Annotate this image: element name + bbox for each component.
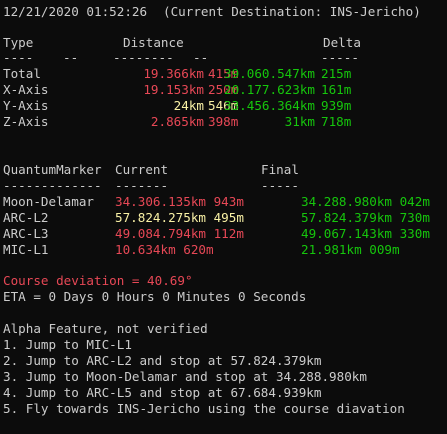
terminal-window[interactable]: { "header": { "datetime": "12/21/2020 01… [0,0,447,424]
axes-row: X-Axis 19.153km 250m 20.177.623km 161m [3,81,351,98]
distance-km: 19.366km [143,66,204,81]
marker-final: 34.288.980km 042m [301,194,430,209]
delta-m: 939m [321,98,352,113]
alpha-step-text: 2. Jump to ARC-L2 and stop at 57.824.379… [3,353,322,368]
marker-row: Moon-Delamar 34.306.135km 943m 34.288.98… [3,193,430,210]
marker-row: MIC-L1 10.634km 620m 21.981km 009m [3,241,400,258]
delta-km: 39.060.547km [224,66,315,81]
marker-name: Moon-Delamar [3,194,94,209]
separator: ---- [3,50,34,65]
delta-km: 31km [284,114,315,129]
row-label: Total [3,66,41,81]
marker-name: ARC-L3 [3,226,49,241]
distance-km: 2.865km [150,114,204,129]
separator: ------- [115,178,169,193]
marker-final: 21.981km 009m [301,242,400,257]
axes-row: Z-Axis 2.865km 398m 31km 718m [3,113,351,130]
alpha-step: 4. Jump to ARC-L5 and stop at 67.684.939… [3,384,321,401]
distance-km: 19.153km [143,82,204,97]
separator: ------------- [3,178,102,193]
alpha-title: Alpha Feature, not verified [3,321,208,336]
row-label: Y-Axis [3,98,49,113]
alpha-step: 5. Fly towards INS-Jericho using the cou… [3,400,405,417]
delta-km: 20.177.623km [224,82,315,97]
alpha-step-text: 3. Jump to Moon-Delamar and stop at 34.2… [3,369,367,384]
axes-row: Total 19.366km 415m 39.060.547km 215m [3,65,351,82]
alpha-step: 3. Jump to Moon-Delamar and stop at 34.2… [3,368,367,385]
delta-m: 161m [321,82,352,97]
alpha-step: 1. Jump to MIC-L1 [3,336,132,353]
separator: -------- [113,50,174,65]
alpha-step-text: 5. Fly towards INS-Jericho using the cou… [3,401,405,416]
alpha-title-line: Alpha Feature, not verified [3,320,208,337]
marker-final: 57.824.379km 730m [301,210,430,225]
markers-table-separator: ------------- ------- ----- [3,177,299,194]
separator: ----- [261,178,299,193]
marker-name: MIC-L1 [3,242,49,257]
separator: -- [193,50,209,65]
header-current: Current [115,162,169,177]
course-deviation: Course deviation = 40.69° [3,273,193,288]
separator: -- [63,50,79,65]
alpha-step: 2. Jump to ARC-L2 and stop at 57.824.379… [3,352,321,369]
markers-table-header: QuantumMarker Current Final [3,161,299,178]
header-final: Final [261,162,299,177]
delta-m: 718m [321,114,352,129]
marker-current: 57.824.275km 495m [115,210,244,225]
row-label: X-Axis [3,82,49,97]
marker-row: ARC-L2 57.824.275km 495m 57.824.379km 73… [3,209,430,226]
alpha-step-text: 1. Jump to MIC-L1 [3,337,132,352]
course-deviation-line: Course deviation = 40.69° [3,272,193,289]
header-datetime: 12/21/2020 01:52:26 [3,4,148,19]
marker-current: 34.306.135km 943m [115,194,244,209]
header-marker: QuantumMarker [3,162,102,177]
header-destination: (Current Destination: INS-Jericho) [163,4,421,19]
header-line: 12/21/2020 01:52:26 (Current Destination… [3,3,421,20]
alpha-step-text: 4. Jump to ARC-L5 and stop at 67.684.939… [3,385,322,400]
axes-table-separator: ---- -- -------- -- ----- [3,49,359,66]
marker-final: 49.067.143km 330m [301,226,430,241]
separator: ----- [321,50,359,65]
marker-current: 10.634km 620m [115,242,214,257]
delta-km: 33.456.364km [224,98,315,113]
axes-row: Y-Axis 24km 546m 33.456.364km 939m [3,97,351,114]
marker-current: 49.084.794km 112m [115,226,244,241]
eta: ETA = 0 Days 0 Hours 0 Minutes 0 Seconds [3,289,307,304]
delta-m: 215m [321,66,352,81]
row-label: Z-Axis [3,114,49,129]
marker-name: ARC-L2 [3,210,49,225]
marker-row: ARC-L3 49.084.794km 112m 49.067.143km 33… [3,225,430,242]
eta-line: ETA = 0 Days 0 Hours 0 Minutes 0 Seconds [3,288,306,305]
distance-km: 24km [173,98,204,113]
